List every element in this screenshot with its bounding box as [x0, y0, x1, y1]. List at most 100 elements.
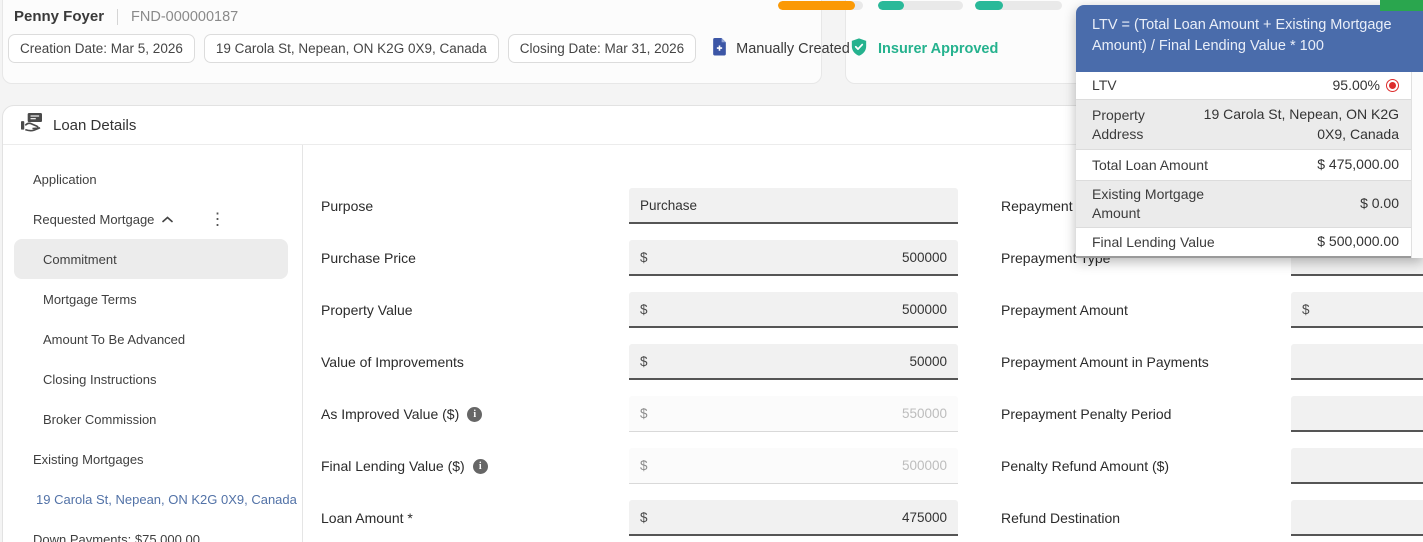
progress-teal-2	[975, 1, 1062, 10]
ltv-tooltip: LTV = (Total Loan Amount + Existing Mort…	[1076, 5, 1423, 258]
red-record-icon	[1386, 79, 1399, 92]
field-input-purchase-price[interactable]: $500000	[629, 240, 958, 276]
tooltip-row-value: $ 0.00	[1360, 195, 1399, 212]
field-label-property-value: Property Value	[321, 292, 413, 328]
sidebar-item-label: Application	[33, 171, 97, 187]
field-label-text: As Improved Value ($)	[321, 406, 460, 422]
loan-application-page: Penny Foyer FND-000000187 Creation Date:…	[0, 0, 1423, 542]
tooltip-row-value-wrap: $ 500,000.00	[1317, 232, 1399, 252]
field-label-text: Penalty Refund Amount ($)	[1001, 458, 1170, 474]
field-label-text: Prepayment Penalty Period	[1001, 406, 1172, 422]
field-input-prepayment-amount[interactable]: $	[1291, 292, 1423, 328]
field-label-final-lending-value: Final Lending Value ($) i	[321, 448, 488, 484]
info-icon[interactable]: i	[472, 458, 488, 474]
status-chip: Closing Date: Mar 31, 2026	[507, 34, 697, 63]
tooltip-row-value: $ 475,000.00	[1317, 156, 1399, 173]
sidebar-item-label: Commitment	[43, 251, 117, 267]
field-label-value-of-improvements: Value of Improvements	[321, 344, 464, 380]
field-input-prepayment-amount-in-payments[interactable]	[1291, 344, 1423, 380]
kebab-menu-icon[interactable]: ⋮	[209, 211, 226, 228]
sidebar-item-label: Mortgage Terms	[43, 291, 137, 307]
sidebar-item-label: Down Payments: $75,000.00	[33, 531, 200, 542]
status-chip: Creation Date: Mar 5, 2026	[8, 34, 195, 63]
tooltip-row-value: $ 500,000.00	[1317, 233, 1399, 250]
field-label-loan-amount: Loan Amount *	[321, 500, 413, 536]
status-chips-row: Creation Date: Mar 5, 2026 19 Carola St, …	[8, 34, 850, 63]
tooltip-row-label: Property Address	[1092, 106, 1145, 142]
field-value: 500000	[901, 249, 947, 265]
field-label-text: Prepayment Amount in Payments	[1001, 354, 1209, 370]
loan-details-title: Loan Details	[53, 116, 137, 134]
field-label-text: Property Value	[321, 302, 413, 318]
tooltip-row: Total Loan Amount $ 475,000.00	[1076, 150, 1412, 181]
sidebar-item-commitment[interactable]: Commitment	[14, 239, 288, 279]
sidebar-item-existing-mortgage-address[interactable]: 19 Carola St, Nepean, ON K2G 0X9, Canada	[3, 479, 302, 519]
tooltip-row-label: Final Lending Value	[1092, 233, 1215, 250]
manually-created-badge: Manually Created	[711, 37, 850, 60]
currency-prefix: $	[1302, 301, 1310, 317]
sidebar-item-label: Requested Mortgage	[33, 211, 155, 227]
sidebar-item-mortgage-terms[interactable]: Mortgage Terms	[3, 279, 302, 319]
tooltip-row-label: Total Loan Amount	[1092, 156, 1208, 173]
sidebar-item-requested-mortgage[interactable]: Requested Mortgage ⋮	[3, 199, 302, 239]
field-input-value-of-improvements[interactable]: $50000	[629, 344, 958, 380]
corner-progress-green	[1380, 0, 1423, 11]
field-label-prepayment-penalty-period: Prepayment Penalty Period	[1001, 396, 1171, 432]
field-value: 500000	[901, 301, 947, 317]
currency-prefix: $	[640, 406, 648, 421]
field-value: 50000	[909, 353, 947, 369]
sidebar-item-application[interactable]: Application	[3, 159, 302, 199]
field-input-penalty-refund-amount[interactable]	[1291, 448, 1423, 484]
currency-prefix: $	[640, 301, 648, 317]
field-label-purchase-price: Purchase Price	[321, 240, 416, 276]
tooltip-row: LTV 95.00%	[1076, 72, 1412, 100]
field-value: 500000	[901, 458, 947, 473]
field-label-text: Loan Amount *	[321, 510, 413, 526]
field-label-text: Refund Destination	[1001, 510, 1121, 526]
field-label-penalty-refund-amount: Penalty Refund Amount ($)	[1001, 448, 1169, 484]
ltv-tooltip-body: LTV 95.00% Property Address 19 Carola St, N…	[1076, 72, 1423, 258]
sidebar-item-closing-instructions[interactable]: Closing Instructions	[3, 359, 302, 399]
currency-prefix: $	[640, 353, 648, 369]
chevron-up-icon[interactable]	[162, 215, 174, 223]
tooltip-row-value-wrap: 95.00%	[1333, 76, 1399, 96]
sidebar-item-existing-mortgages[interactable]: Existing Mortgages	[3, 439, 302, 479]
field-value: Purchase	[640, 197, 698, 213]
record-id: FND-000000187	[131, 8, 239, 25]
field-input-loan-amount[interactable]: $475000	[629, 500, 958, 536]
insurer-approved-badge: Insurer Approved	[849, 37, 998, 61]
field-input-purpose[interactable]: Purchase	[629, 188, 958, 224]
record-identity: Penny Foyer FND-000000187	[14, 8, 238, 25]
field-input-final-lending-value: $500000	[629, 448, 958, 484]
sidebar-item-amount-to-be-advanced[interactable]: Amount To Be Advanced	[3, 319, 302, 359]
insurer-approved-label: Insurer Approved	[878, 41, 999, 57]
manually-created-label: Manually Created	[736, 40, 850, 57]
tooltip-row-label: LTV	[1092, 77, 1117, 94]
info-icon[interactable]: i	[467, 406, 483, 422]
shield-check-icon	[849, 37, 869, 61]
field-input-property-value[interactable]: $500000	[629, 292, 958, 328]
tooltip-row-value-wrap: $ 475,000.00	[1317, 155, 1399, 175]
tooltip-row-value-wrap: 19 Carola St, Nepean, ON K2G 0X9, Canada	[1197, 105, 1399, 144]
sidebar-item-label: Closing Instructions	[43, 371, 157, 387]
tooltip-right-strip	[1411, 72, 1423, 258]
tooltip-row-value: 95.00%	[1332, 76, 1380, 93]
ltv-formula: LTV = (Total Loan Amount + Existing Mort…	[1076, 5, 1423, 72]
field-input-refund-destination[interactable]	[1291, 500, 1423, 536]
sidebar-item-broker-commission[interactable]: Broker Commission	[3, 399, 302, 439]
progress-orange	[778, 1, 863, 10]
progress-teal-1	[878, 1, 963, 10]
field-label-as-improved-value: As Improved Value ($) i	[321, 396, 483, 432]
field-label-text: Prepayment Amount	[1001, 302, 1128, 318]
field-label-text: Purchase Price	[321, 250, 416, 266]
sidebar-item-down-payments-75-000-00[interactable]: Down Payments: $75,000.00	[3, 519, 302, 542]
currency-prefix: $	[640, 509, 648, 525]
identity-divider	[117, 8, 119, 25]
currency-prefix: $	[640, 458, 648, 473]
field-input-prepayment-penalty-period[interactable]	[1291, 396, 1423, 432]
tooltip-row: Existing Mortgage Amount $ 0.00	[1076, 181, 1412, 228]
field-label-prepayment-amount-in-payments: Prepayment Amount in Payments	[1001, 344, 1209, 380]
field-label-text: Purpose	[321, 198, 374, 214]
currency-prefix: $	[640, 249, 648, 265]
field-label-purpose: Purpose	[321, 188, 373, 224]
